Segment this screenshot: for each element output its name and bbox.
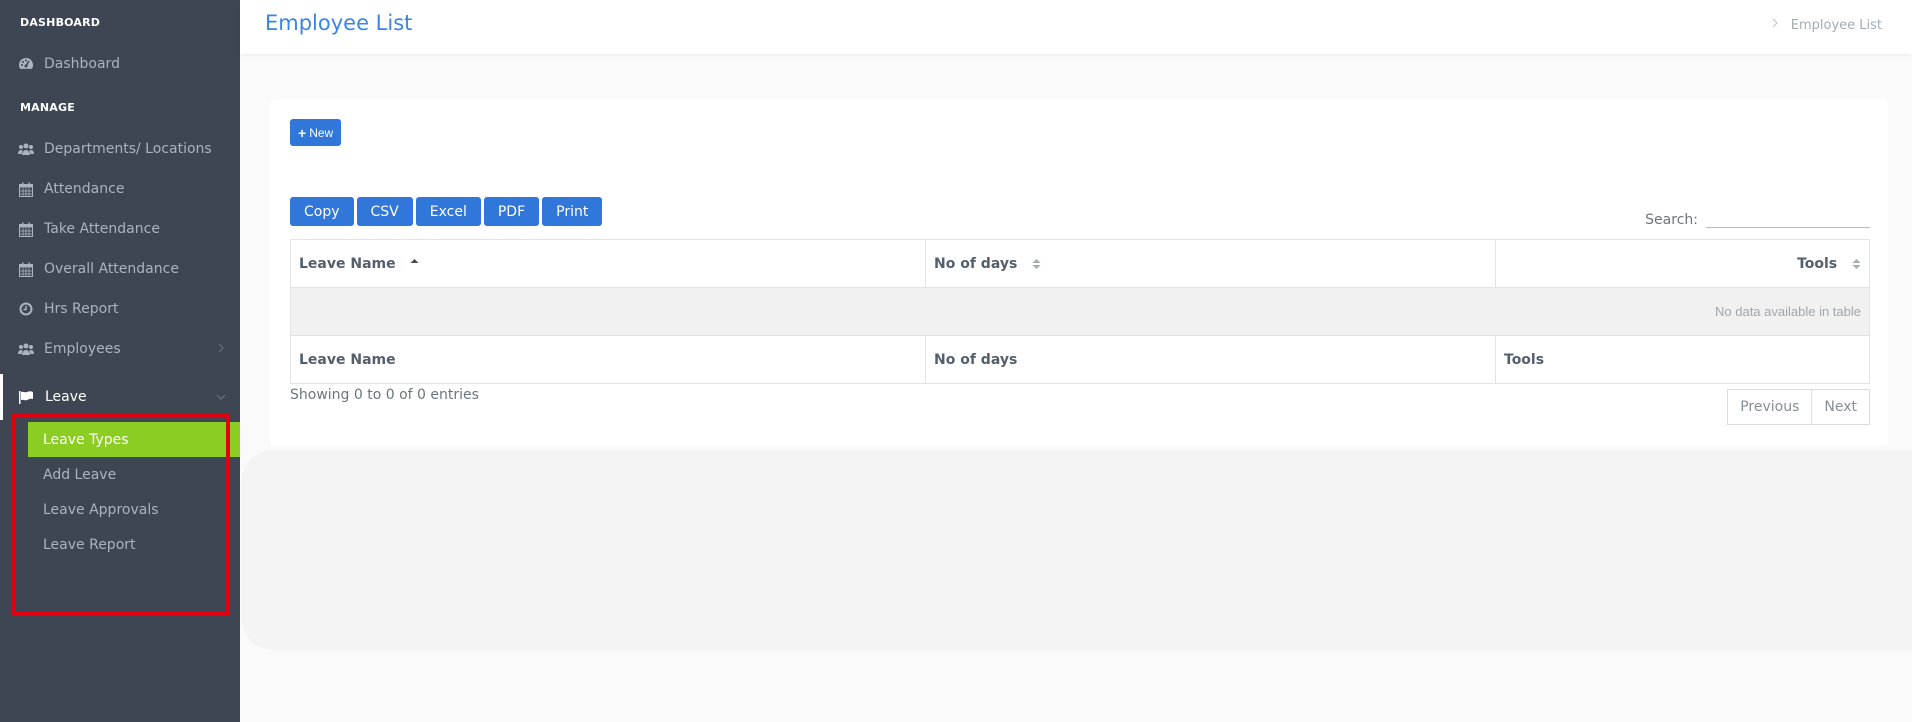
submenu-label: Add Leave [43,466,117,483]
sidebar-item-label: Departments/ Locations [44,141,212,157]
table-row-empty: No data available in table [290,287,1870,336]
sidebar-item-label: Hrs Report [44,301,119,317]
table-info: Showing 0 to 0 of 0 entries [290,387,479,403]
submenu-leave-types[interactable]: Leave Types [28,422,240,457]
sort-asc-icon [410,258,419,270]
plus-icon: + [298,124,307,141]
chevron-right-icon [1771,17,1779,33]
section-manage: MANAGE [20,101,75,114]
table-footer-row: Leave Name No of days Tools [290,335,1870,384]
submenu-leave-approvals[interactable]: Leave Approvals [28,492,240,527]
sidebar-item-attendance[interactable]: Attendance [0,171,240,207]
next-button[interactable]: Next [1812,389,1870,425]
sidebar-item-label: Take Attendance [44,221,160,237]
breadcrumb: Employee List [1771,17,1882,33]
column-header-no-of-days[interactable]: No of days [925,239,1496,288]
submenu-label: Leave Types [43,431,129,448]
export-buttons: Copy CSV Excel PDF Print [290,197,603,226]
sidebar-item-label: Leave [45,389,87,405]
users-icon [18,341,34,357]
excel-button[interactable]: Excel [415,197,481,226]
new-button-label: New [309,125,334,140]
footer-no-of-days: No of days [925,335,1496,384]
calendar-icon [18,221,34,237]
section-dashboard: DASHBOARD [20,16,101,29]
footer-tools: Tools [1495,335,1870,384]
leave-types-table: Leave Name No of days Tools No data avai… [290,239,1870,384]
search-input[interactable] [1706,208,1870,228]
calendar-icon [18,261,34,277]
sidebar-item-dashboard[interactable]: Dashboard [0,46,240,82]
pdf-button[interactable]: PDF [483,197,540,226]
clock-icon [18,301,34,317]
sidebar-item-label: Attendance [44,181,125,197]
breadcrumb-current[interactable]: Employee List [1791,18,1882,33]
sidebar-item-label: Employees [44,341,121,357]
flag-icon [19,389,35,405]
column-header-tools[interactable]: Tools [1495,239,1870,288]
sidebar: DASHBOARD Dashboard MANAGE Departments/ … [0,0,240,722]
submenu-add-leave[interactable]: Add Leave [28,457,240,492]
sidebar-item-departments[interactable]: Departments/ Locations [0,131,240,167]
sidebar-item-label: Overall Attendance [44,261,179,277]
column-header-leave-name[interactable]: Leave Name [290,239,926,288]
sidebar-item-label: Dashboard [44,56,120,72]
dashboard-icon [18,56,34,72]
users-icon [18,141,34,157]
submenu-label: Leave Approvals [43,501,159,518]
chevron-right-icon [214,341,228,355]
sort-both-icon [1032,258,1041,270]
print-button[interactable]: Print [542,197,603,226]
pagination: Previous Next [1727,389,1870,425]
sidebar-item-take-attendance[interactable]: Take Attendance [0,211,240,247]
csv-button[interactable]: CSV [356,197,413,226]
content-card: + New Copy CSV Excel PDF Print Search: L… [270,99,1888,446]
empty-message: No data available in table [290,287,1870,336]
sidebar-item-leave[interactable]: Leave [0,374,240,420]
table-header-row: Leave Name No of days Tools [290,239,1870,288]
top-bar: Employee List Employee List [240,0,1912,54]
page-title: Employee List [265,11,413,35]
sort-both-icon [1852,258,1861,270]
submenu-label: Leave Report [43,536,136,553]
sidebar-item-overall-attendance[interactable]: Overall Attendance [0,251,240,287]
search-area: Search: [1645,208,1870,228]
copy-button[interactable]: Copy [290,197,354,226]
footer-leave-name: Leave Name [290,335,926,384]
calendar-icon [18,181,34,197]
chevron-down-icon [214,390,228,404]
previous-button[interactable]: Previous [1727,389,1813,425]
sidebar-item-hrs-report[interactable]: Hrs Report [0,291,240,327]
submenu-leave-report[interactable]: Leave Report [28,527,240,562]
background-panel [242,450,1912,650]
sidebar-item-employees[interactable]: Employees [0,331,240,367]
new-button[interactable]: + New [290,119,342,146]
search-label: Search: [1645,212,1698,228]
